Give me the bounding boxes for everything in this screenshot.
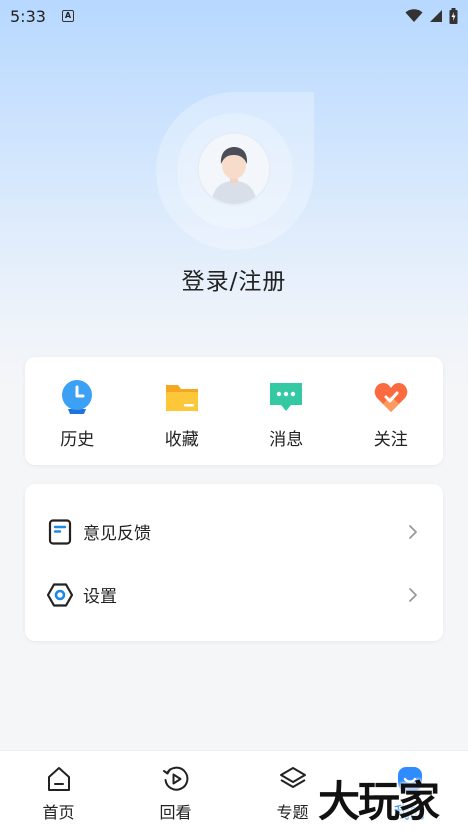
status-time: 5:33 — [10, 6, 46, 26]
layers-icon — [279, 767, 306, 788]
feedback-icon — [48, 518, 72, 545]
tab-label-topics: 专题 — [276, 803, 309, 822]
quick-item-history[interactable]: 历史 — [25, 357, 130, 465]
signal-icon — [430, 10, 442, 22]
tab-label-home: 首页 — [42, 803, 75, 822]
heart-icon — [374, 383, 407, 412]
notification-a-icon: A — [61, 10, 74, 22]
clock-icon — [62, 380, 93, 414]
menu-label-settings: 设置 — [83, 587, 117, 607]
login-register-link[interactable]: 登录/注册 — [0, 262, 468, 296]
tab-replay[interactable]: 回看 — [117, 751, 234, 832]
chevron-right-icon — [409, 524, 417, 539]
quick-label-history: 历史 — [60, 430, 95, 450]
tab-home[interactable]: 首页 — [0, 751, 117, 832]
tab-label-replay: 回看 — [159, 803, 192, 822]
chevron-right-icon — [409, 587, 417, 602]
folder-icon — [165, 385, 198, 411]
message-icon — [270, 383, 303, 411]
quick-item-following[interactable]: 关注 — [339, 357, 444, 465]
avatar[interactable] — [197, 132, 271, 206]
battery-icon — [449, 8, 458, 24]
quick-actions-card: 历史 收藏 消息 关注 — [25, 357, 443, 465]
menu-item-settings[interactable]: 设置 — [25, 563, 443, 626]
quick-item-messages[interactable]: 消息 — [234, 357, 339, 465]
settings-icon — [47, 582, 73, 607]
quick-label-messages: 消息 — [269, 430, 304, 450]
status-icons — [405, 8, 458, 24]
replay-icon — [162, 766, 188, 791]
watermark-logo: 大玩家 — [318, 777, 440, 826]
settings-menu-card: 意见反馈 设置 — [25, 484, 443, 641]
wifi-icon — [405, 9, 423, 22]
quick-item-favorites[interactable]: 收藏 — [130, 357, 235, 465]
menu-item-feedback[interactable]: 意见反馈 — [25, 500, 443, 563]
menu-label-feedback: 意见反馈 — [83, 524, 151, 544]
quick-label-following: 关注 — [373, 430, 408, 450]
home-icon — [47, 767, 70, 791]
status-bar: 5:33 A — [0, 0, 468, 32]
quick-label-favorites: 收藏 — [164, 430, 199, 450]
default-avatar-icon — [199, 134, 269, 204]
